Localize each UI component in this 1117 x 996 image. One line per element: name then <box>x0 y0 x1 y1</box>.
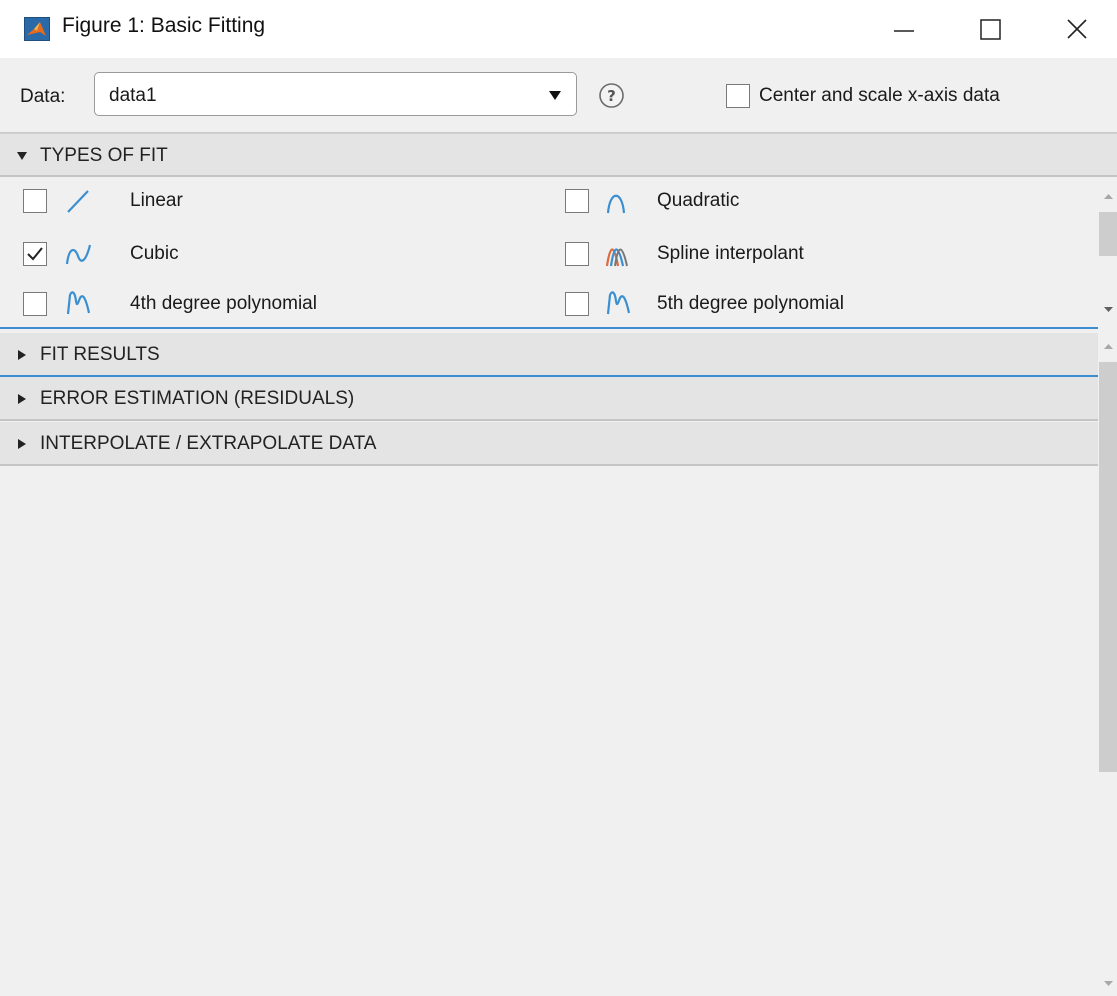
scroll-down-icon[interactable] <box>1100 304 1117 316</box>
maximize-icon <box>980 19 1001 40</box>
linear-icon <box>67 190 89 213</box>
close-icon <box>1067 19 1087 39</box>
cubic-icon <box>65 244 92 265</box>
scroll-down-icon[interactable] <box>1100 978 1117 990</box>
section-error-estimation-label: ERROR ESTIMATION (RESIDUALS) <box>40 388 355 409</box>
minimize-icon <box>894 30 914 32</box>
quadratic-checkbox[interactable] <box>565 189 589 213</box>
center-scale-label: Center and scale x-axis data <box>759 85 1000 106</box>
section-interpolate-label: INTERPOLATE / EXTRAPOLATE DATA <box>40 433 377 454</box>
types-of-fit-divider <box>0 327 1098 329</box>
svg-text:?: ? <box>607 87 616 105</box>
section-types-of-fit-label: TYPES OF FIT <box>40 145 168 166</box>
dropdown-arrow-icon <box>549 91 561 100</box>
scroll-up-icon[interactable] <box>1100 190 1117 202</box>
scroll-up-icon[interactable] <box>1100 340 1117 352</box>
poly4-icon <box>66 291 91 315</box>
section-fit-results[interactable]: FIT RESULTS <box>0 333 1098 377</box>
data-dropdown[interactable]: data1 <box>94 72 577 116</box>
poly4-checkbox[interactable] <box>23 292 47 316</box>
help-icon[interactable]: ? <box>598 82 625 109</box>
poly5-label: 5th degree polynomial <box>657 293 844 314</box>
matlab-logo-icon <box>24 17 50 41</box>
spline-label: Spline interpolant <box>657 243 804 264</box>
linear-checkbox[interactable] <box>23 189 47 213</box>
spline-icon <box>605 248 628 267</box>
poly5-checkbox[interactable] <box>565 292 589 316</box>
window-title: Figure 1: Basic Fitting <box>62 14 266 37</box>
title-bar: Figure 1: Basic Fitting <box>0 0 1117 58</box>
cubic-checkbox[interactable] <box>23 242 47 266</box>
section-fit-results-label: FIT RESULTS <box>40 344 160 365</box>
checkmark-icon <box>27 247 43 261</box>
chevron-down-icon <box>17 152 27 160</box>
minimize-button[interactable] <box>864 0 944 58</box>
linear-label: Linear <box>130 190 183 211</box>
poly5-icon <box>606 291 631 315</box>
section-error-estimation[interactable]: ERROR ESTIMATION (RESIDUALS) <box>0 377 1098 421</box>
quadratic-label: Quadratic <box>657 190 740 211</box>
fit-options: Linear Quadratic Cubic Spline interpolan… <box>0 177 1098 327</box>
close-button[interactable] <box>1037 0 1117 58</box>
cubic-label: Cubic <box>130 243 179 264</box>
data-dropdown-value: data1 <box>109 85 157 106</box>
section-interpolate[interactable]: INTERPOLATE / EXTRAPOLATE DATA <box>0 422 1098 466</box>
spline-checkbox[interactable] <box>565 242 589 266</box>
maximize-button[interactable] <box>950 0 1030 58</box>
main-scroll-thumb[interactable] <box>1099 362 1117 772</box>
quadratic-icon <box>606 194 626 214</box>
fit-options-scroll-thumb[interactable] <box>1099 212 1117 256</box>
data-label: Data: <box>20 86 66 107</box>
poly4-label: 4th degree polynomial <box>130 293 317 314</box>
section-types-of-fit[interactable]: TYPES OF FIT <box>0 133 1117 177</box>
chevron-right-icon <box>18 350 26 360</box>
chevron-right-icon <box>18 394 26 404</box>
chevron-right-icon <box>18 439 26 449</box>
center-scale-checkbox[interactable] <box>726 84 750 108</box>
